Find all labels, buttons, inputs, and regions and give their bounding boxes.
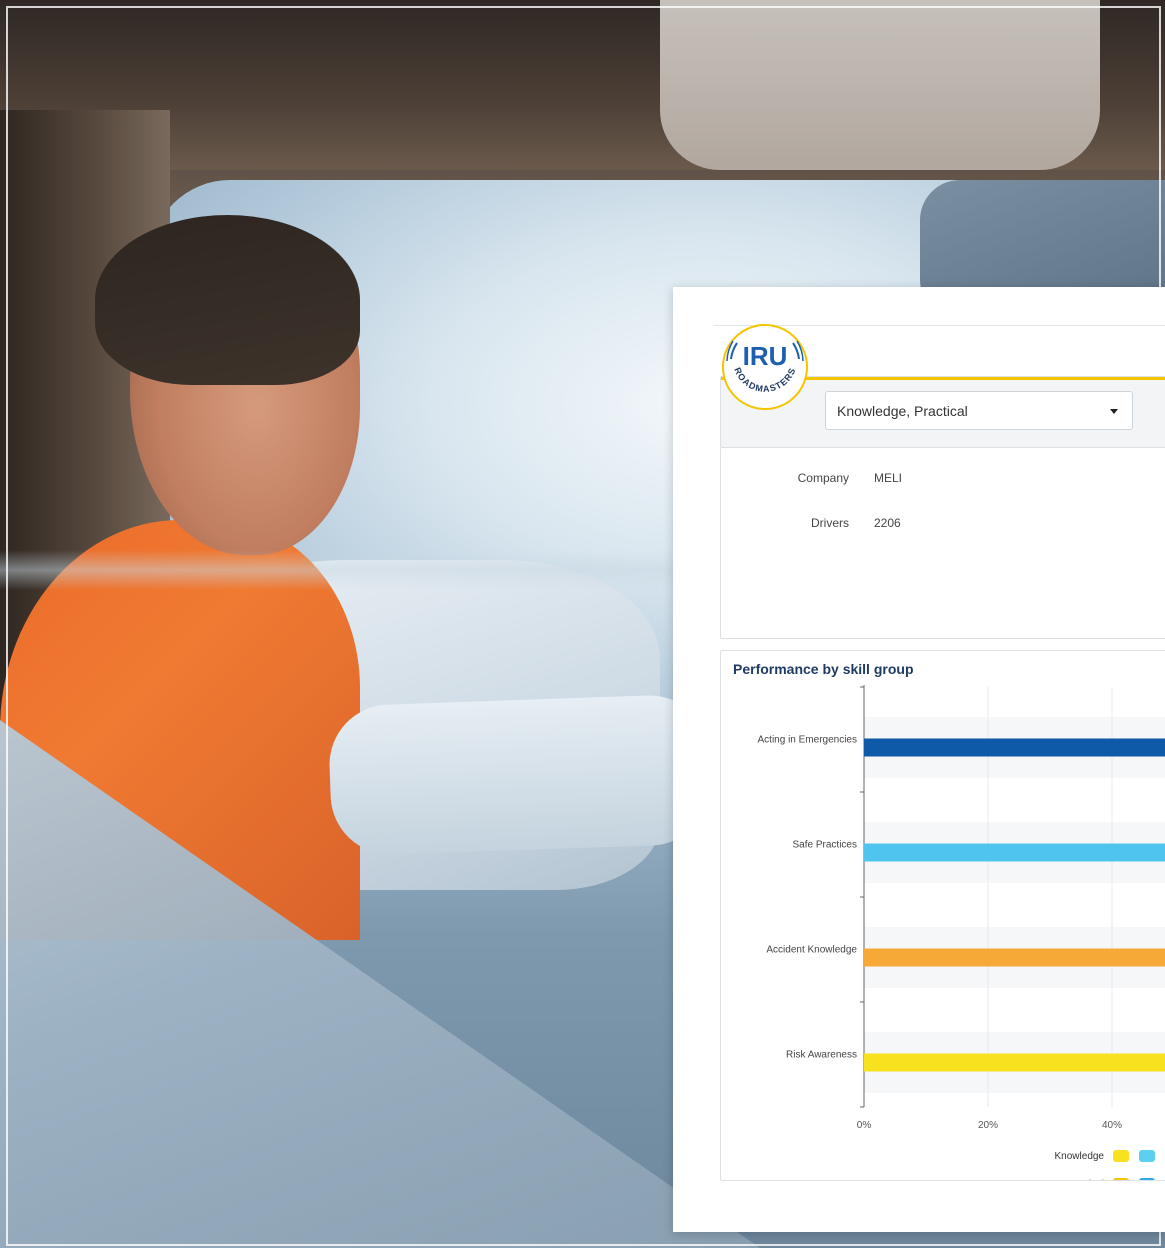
legend-label: Practical (1066, 1179, 1104, 1180)
legend-swatch (1113, 1178, 1129, 1180)
legend-swatch (1139, 1178, 1155, 1180)
x-tick-label: 40% (1102, 1120, 1122, 1131)
sun-visor (660, 0, 1100, 170)
driver-hair (95, 215, 360, 385)
x-tick-label: 0% (857, 1120, 872, 1131)
skill-type-select-value: Knowledge, Practical (837, 403, 968, 419)
category-label: Accident Knowledge (766, 945, 857, 956)
company-value: MELI (874, 471, 903, 485)
skill-type-select[interactable]: Knowledge, Practical (825, 391, 1133, 430)
x-tick-label: 20% (978, 1120, 998, 1131)
driver-arm (327, 693, 713, 857)
caret-down-icon[interactable] (1110, 409, 1118, 414)
bar (864, 1053, 1165, 1072)
drivers-label: Drivers (811, 516, 849, 530)
category-label: Risk Awareness (786, 1050, 857, 1061)
company-label: Company (797, 471, 849, 485)
bar (864, 738, 1165, 757)
legend-swatch (1139, 1150, 1155, 1162)
iru-roadmasters-logo: IRU ROADMASTERS (722, 324, 808, 410)
legend-label: Knowledge (1055, 1151, 1105, 1162)
bar (864, 948, 1165, 967)
company-info-panel: Company MELI Drivers 2206 (720, 447, 1165, 639)
category-label: Acting in Emergencies (758, 735, 858, 746)
legend-swatch (1113, 1150, 1129, 1162)
dashboard-card: Knowledge, Practical IRU ROADMASTERS Com… (673, 287, 1165, 1232)
performance-chart-panel: Performance by skill group 0% 20% 40% Actin… (720, 650, 1165, 1181)
performance-chart: 0% 20% 40% Acting in Emergencies Safe Practi… (758, 685, 1165, 1180)
category-label: Safe Practices (793, 840, 857, 851)
svg-text:IRU: IRU (743, 341, 788, 371)
drivers-value: 2206 (874, 516, 901, 530)
bar (864, 843, 1165, 862)
